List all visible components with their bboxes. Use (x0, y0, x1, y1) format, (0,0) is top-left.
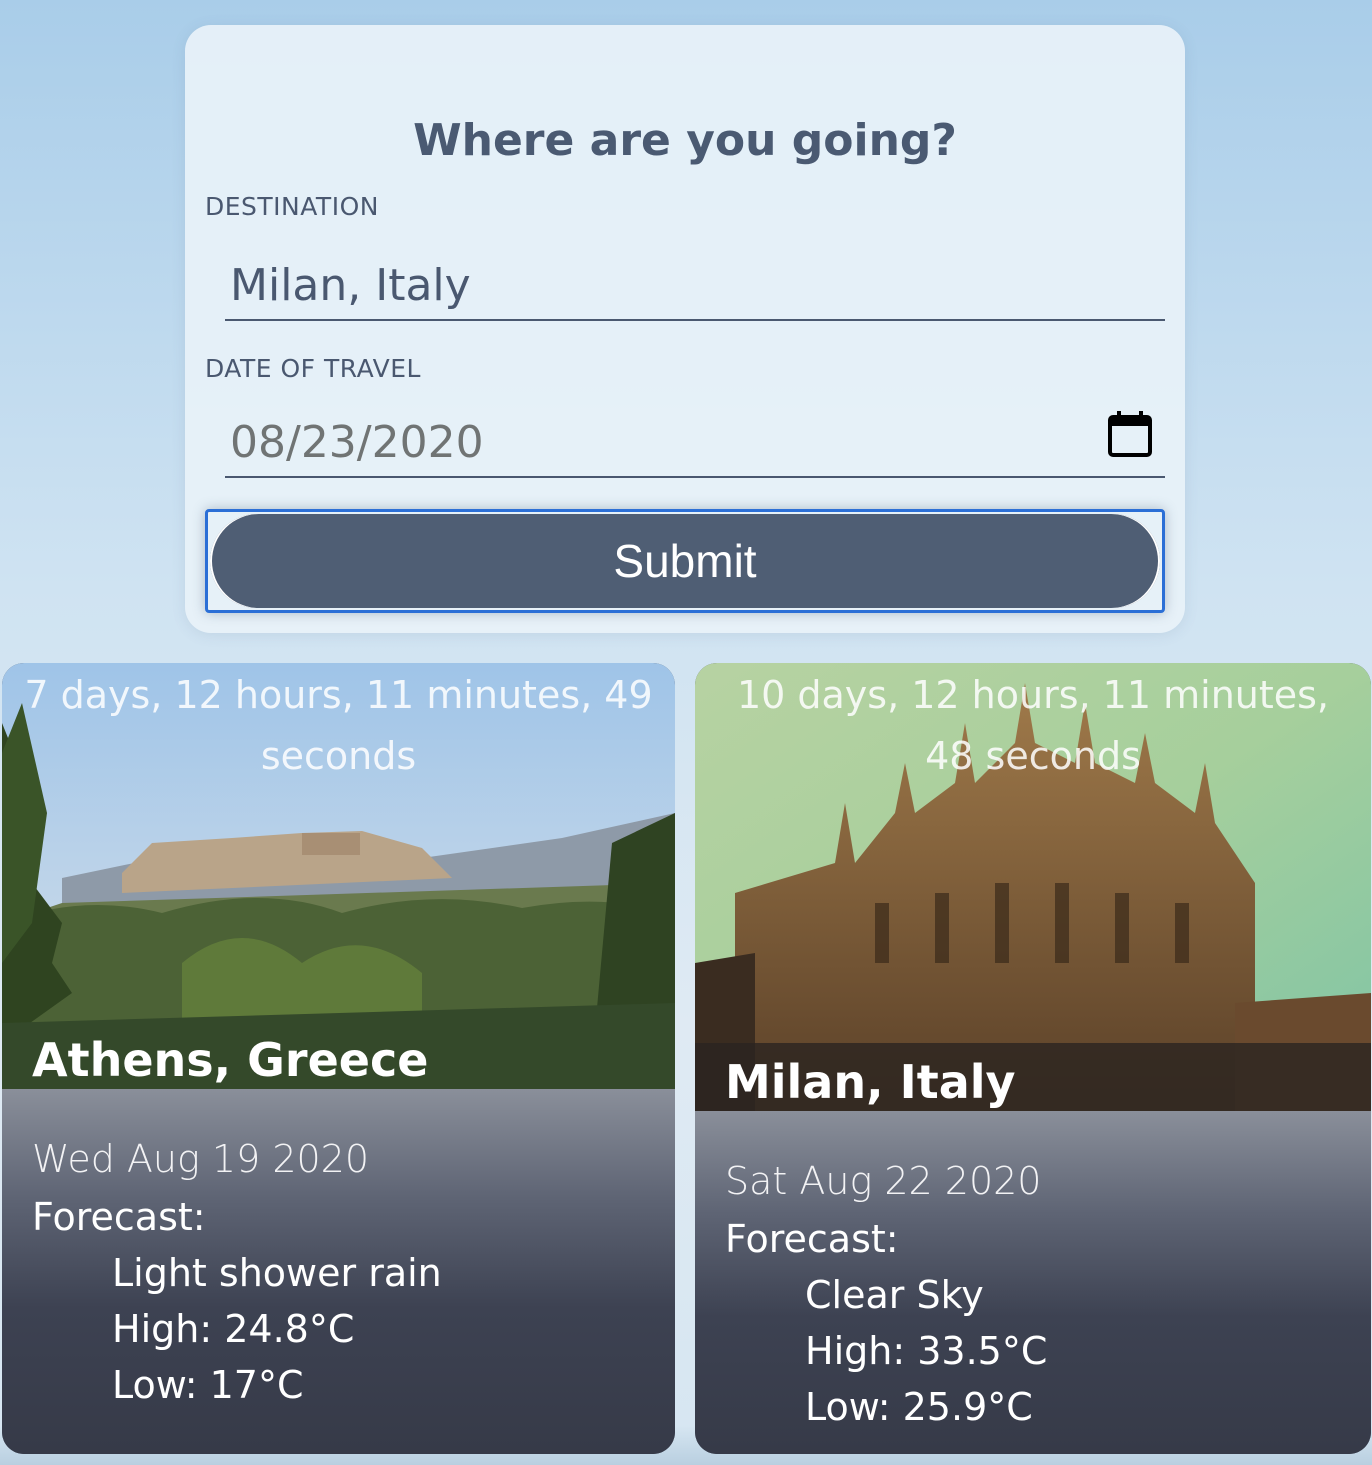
forecast-panel: Wed Aug 19 2020 Forecast: Light shower r… (2, 1089, 675, 1454)
trip-card-athens: 7 days, 12 hours, 11 minutes, 49 seconds… (2, 663, 675, 1454)
destination-input[interactable] (225, 251, 1165, 321)
forecast-label: Forecast: (32, 1195, 206, 1239)
forecast-low: Low: 25.9°C (805, 1385, 1033, 1429)
date-input[interactable] (225, 408, 1165, 478)
destination-photo: 10 days, 12 hours, 11 minutes, 48 second… (695, 663, 1371, 1111)
form-title: Where are you going? (413, 115, 957, 166)
destination-label: DESTINATION (205, 192, 379, 221)
forecast-panel: Sat Aug 22 2020 Forecast: Clear Sky High… (695, 1111, 1371, 1454)
date-label: DATE OF TRAVEL (205, 354, 421, 383)
city-name: Athens, Greece (32, 1033, 429, 1087)
countdown-timer: 10 days, 12 hours, 11 minutes, 48 second… (736, 673, 1330, 778)
submit-focus-ring: Submit (205, 509, 1165, 613)
forecast-high: High: 33.5°C (805, 1329, 1048, 1373)
destination-photo: 7 days, 12 hours, 11 minutes, 49 seconds… (2, 663, 675, 1089)
trip-form: Where are you going? DESTINATION DATE OF… (185, 25, 1185, 633)
forecast-low: Low: 17°C (112, 1363, 304, 1407)
submit-button[interactable]: Submit (210, 514, 1160, 608)
forecast-high: High: 24.8°C (112, 1307, 355, 1351)
calendar-icon[interactable] (1107, 410, 1153, 458)
forecast-date: Wed Aug 19 2020 (32, 1137, 370, 1181)
city-name: Milan, Italy (725, 1055, 1016, 1109)
forecast-description: Light shower rain (112, 1251, 442, 1295)
trip-card-milan: 10 days, 12 hours, 11 minutes, 48 second… (695, 663, 1371, 1454)
forecast-date: Sat Aug 22 2020 (725, 1159, 1042, 1203)
forecast-label: Forecast: (725, 1217, 899, 1261)
forecast-description: Clear Sky (805, 1273, 984, 1317)
countdown-timer: 7 days, 12 hours, 11 minutes, 49 seconds (24, 673, 653, 778)
